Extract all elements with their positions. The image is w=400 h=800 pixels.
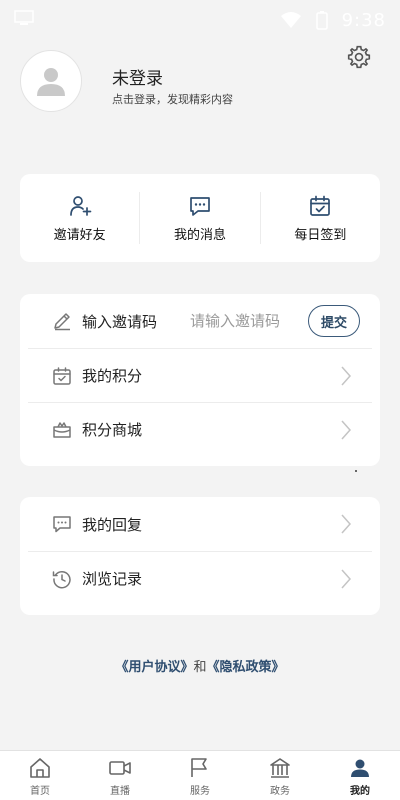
invite-code-input[interactable] <box>190 312 310 330</box>
quick-actions-card: 邀请好友 我的消息 每日签到 <box>20 174 380 262</box>
building-icon <box>270 758 290 778</box>
chevron-right-icon <box>341 569 352 588</box>
user-agreement-link[interactable]: 《用户协议》 <box>115 660 193 675</box>
tab-label: 政务 <box>270 786 290 797</box>
points-mall-row[interactable]: 积分商城 <box>28 402 372 456</box>
tab-home[interactable]: 首页 <box>0 751 80 800</box>
invite-code-label: 输入邀请码 <box>82 312 158 331</box>
list-item-label: 我的积分 <box>82 367 143 385</box>
tab-label: 首页 <box>30 786 50 797</box>
browse-history-row[interactable]: 浏览记录 <box>28 551 372 605</box>
tab-label: 我的 <box>350 786 370 797</box>
quick-action-label: 每日签到 <box>294 227 347 243</box>
screen-icon <box>14 10 34 25</box>
message-icon <box>190 196 210 216</box>
status-time: 9:38 <box>341 9 386 31</box>
my-messages-button[interactable]: 我的消息 <box>140 174 259 262</box>
agreement-and: 和 <box>193 660 207 675</box>
login-subtitle: 点击登录，发现精彩内容 <box>112 93 233 106</box>
wifi-icon <box>280 12 301 28</box>
pencil-icon <box>54 313 70 331</box>
tab-government[interactable]: 政务 <box>240 751 320 800</box>
submit-button[interactable]: 提交 <box>308 305 360 337</box>
invite-code-row: 输入邀请码 提交 <box>28 294 372 348</box>
activity-card: 我的回复 浏览记录 <box>20 497 380 615</box>
tab-mine[interactable]: 我的 <box>320 751 400 800</box>
points-card: 输入邀请码 提交 我的积分 <box>20 294 380 466</box>
daily-checkin-button[interactable]: 每日签到 <box>261 174 380 262</box>
quick-action-label: 我的消息 <box>173 227 226 243</box>
list-item-label: 积分商城 <box>82 421 143 439</box>
status-bar: 9:38 <box>0 0 400 40</box>
avatar[interactable] <box>20 50 82 112</box>
flag-icon <box>191 758 207 777</box>
gear-icon[interactable] <box>346 44 372 70</box>
chevron-right-icon <box>341 420 352 439</box>
video-icon <box>109 761 131 775</box>
home-icon <box>30 758 50 778</box>
list-item-label: 浏览记录 <box>82 570 143 588</box>
my-replies-row[interactable]: 我的回复 <box>28 497 372 551</box>
battery-icon <box>315 11 328 30</box>
add-user-icon <box>69 195 92 216</box>
calendar-check-icon <box>53 366 71 385</box>
list-item-label: 我的回复 <box>82 515 143 534</box>
login-title[interactable]: 未登录 <box>112 64 163 89</box>
privacy-policy-link[interactable]: 《隐私政策》 <box>207 660 285 675</box>
decorative-dot <box>355 470 357 472</box>
tab-label: 服务 <box>190 786 210 797</box>
history-icon <box>52 570 71 588</box>
agreement-text: 《用户协议》和《隐私政策》 <box>0 656 400 675</box>
my-points-row[interactable]: 我的积分 <box>28 348 372 402</box>
comment-icon <box>53 516 71 533</box>
invite-friends-button[interactable]: 邀请好友 <box>20 174 139 262</box>
chevron-right-icon <box>341 366 352 385</box>
tab-service[interactable]: 服务 <box>160 751 240 800</box>
calendar-check-icon <box>310 195 331 216</box>
user-placeholder-icon <box>37 68 65 96</box>
chevron-right-icon <box>341 514 352 534</box>
bottom-tab-bar: 首页 直播 服务 政务 我的 <box>0 750 400 800</box>
gift-box-icon <box>53 421 71 438</box>
quick-action-label: 邀请好友 <box>53 227 106 243</box>
user-icon <box>351 759 369 777</box>
tab-label: 直播 <box>110 786 130 797</box>
profile-header[interactable]: 未登录 点击登录，发现精彩内容 <box>20 45 380 120</box>
tab-live[interactable]: 直播 <box>80 751 160 800</box>
